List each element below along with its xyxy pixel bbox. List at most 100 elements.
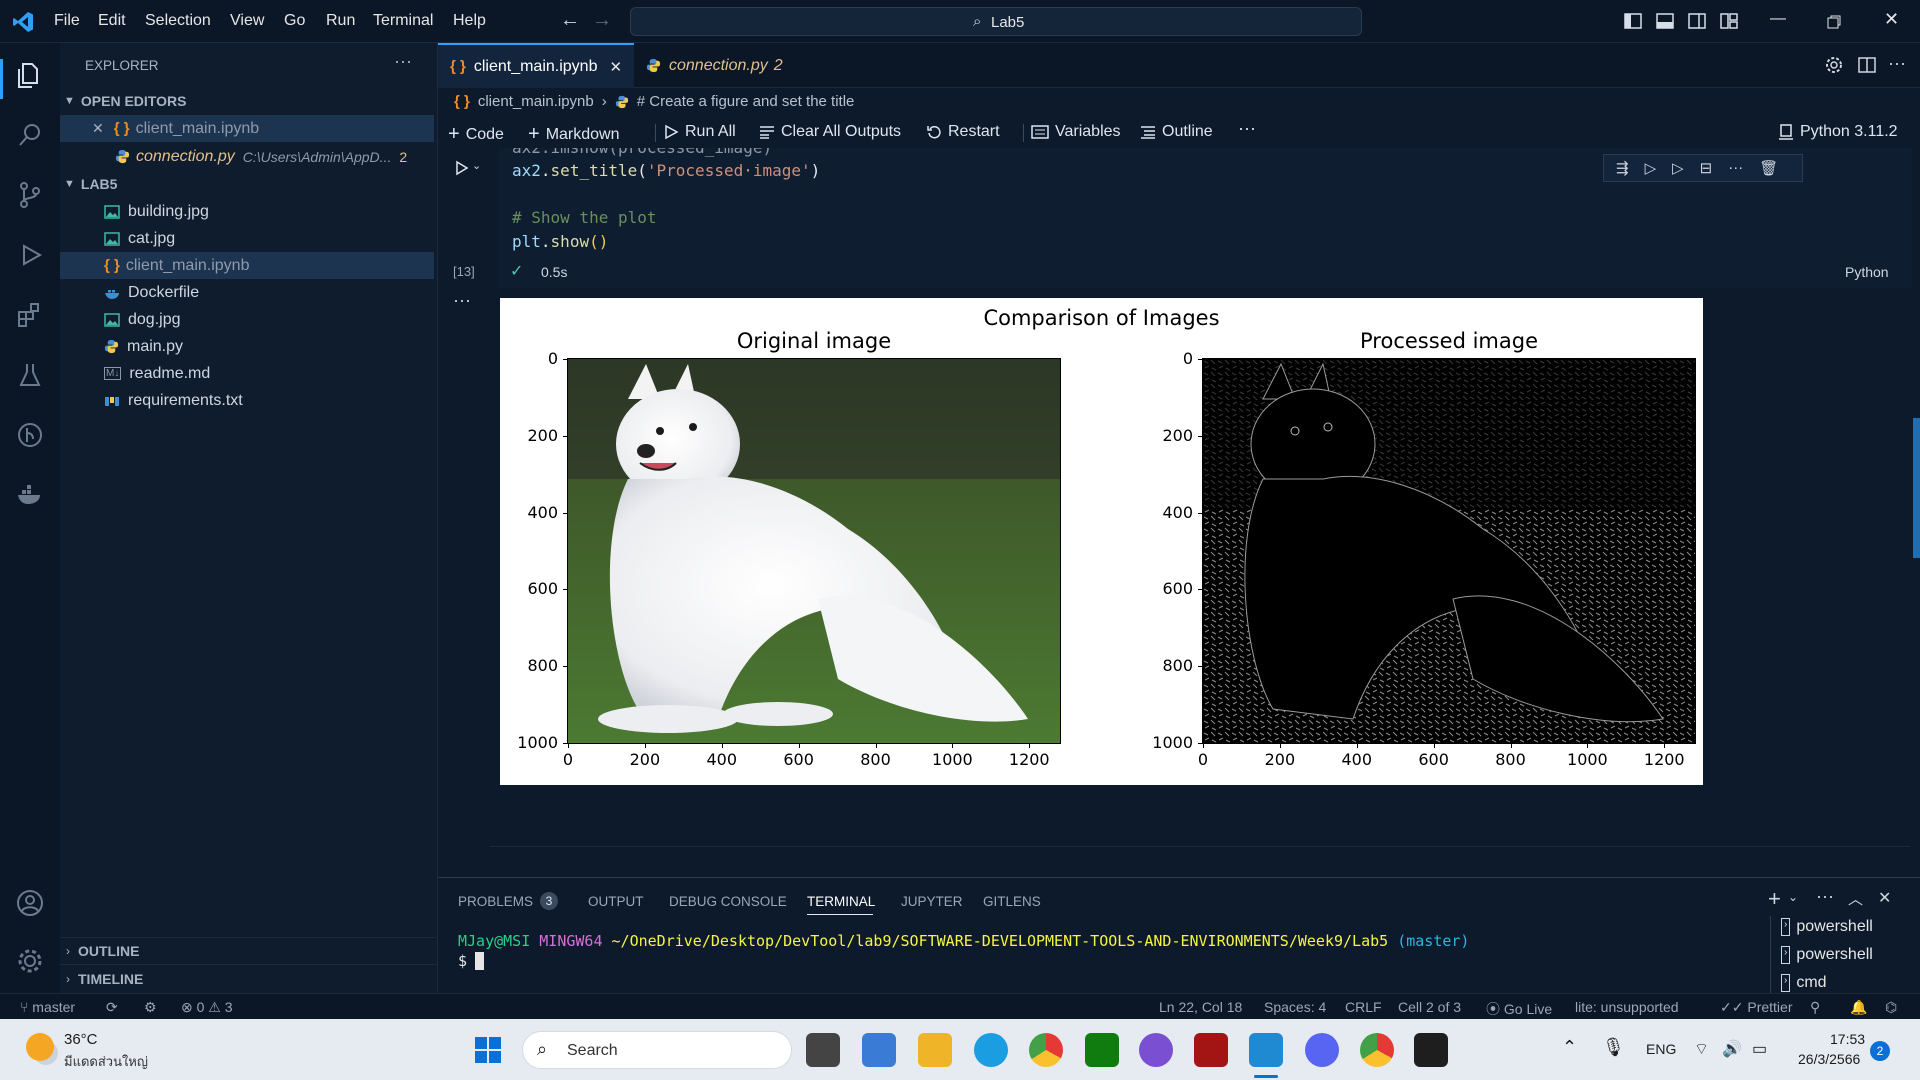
more-actions-icon[interactable]: ··· [394,51,412,72]
run-all-button[interactable]: Run All [663,123,736,141]
more-actions-icon[interactable]: ··· [1238,118,1256,139]
accounts-icon[interactable]: ⚲ [1810,999,1820,1016]
line-ending[interactable]: CRLF [1345,999,1382,1015]
windows-start-icon[interactable] [474,1036,502,1064]
edge-icon[interactable] [974,1033,1008,1067]
forward-arrow-icon[interactable]: → [592,9,612,32]
menu-terminal[interactable]: Terminal [373,12,433,30]
app-icon[interactable] [1139,1033,1173,1067]
menu-view[interactable]: View [230,12,264,30]
tab-jupyter[interactable]: JUPYTER [901,894,963,909]
branch-item[interactable]: ⑂ master [20,999,75,1015]
split-editor-icon[interactable] [1858,56,1876,74]
weather-temp[interactable]: 36°C [64,1031,98,1048]
settings-gear-icon[interactable] [1825,56,1843,74]
toggle-panel-icon[interactable] [1656,12,1674,30]
file-item[interactable]: requirements.txt [60,387,434,414]
account-icon[interactable] [14,887,46,919]
restart-button[interactable]: Restart [926,123,1000,141]
task-view-icon[interactable] [806,1033,840,1067]
close-tab-icon[interactable]: ✕ [609,58,622,76]
back-arrow-icon[interactable]: ← [560,9,580,32]
code-cell[interactable]: ax2.imshow(processed_image) ax2.set_titl… [498,148,1912,288]
close-panel-icon[interactable]: ✕ [1878,888,1891,908]
new-terminal-icon[interactable]: + [1768,886,1781,912]
run-below-icon[interactable]: ▷ [1672,159,1684,177]
explorer-icon[interactable] [14,59,46,91]
weather-desc[interactable]: มีแดดส่วนใหญ่ [64,1051,148,1072]
language-indicator[interactable]: ENG [1646,1041,1676,1057]
problems-status[interactable]: ⊗ 0 ⚠ 3 [181,999,233,1016]
run-debug-icon[interactable] [14,239,46,271]
search-icon[interactable] [14,119,46,151]
menu-edit[interactable]: Edit [98,12,126,30]
toggle-secondary-sidebar-icon[interactable] [1688,12,1706,30]
manage-gear-icon[interactable] [14,945,46,977]
more-actions-icon[interactable]: ··· [1816,886,1834,907]
cursor-position[interactable]: Ln 22, Col 18 [1159,999,1242,1015]
gitlens-icon[interactable] [14,419,46,451]
breadcrumb-section[interactable]: # Create a figure and set the title [637,93,855,110]
tab-terminal[interactable]: TERMINAL [807,894,875,909]
maximize-panel-icon[interactable]: ︿ [1848,888,1863,909]
chevron-down-icon[interactable]: ⌄ [1788,890,1798,904]
docker-icon[interactable] [14,479,46,511]
tab-connection[interactable]: connection.py 2 [634,43,816,88]
outline-section[interactable]: › OUTLINE [66,943,139,959]
tab-output[interactable]: OUTPUT [588,894,644,909]
menu-file[interactable]: File [54,12,80,30]
run-cell-icon[interactable] [454,160,470,176]
tab-debug-console[interactable]: DEBUG CONSOLE [669,894,787,909]
more-actions-icon[interactable]: ··· [1728,159,1743,177]
battery-icon[interactable]: ▭ [1752,1039,1767,1059]
menu-selection[interactable]: Selection [145,12,211,30]
tab-gitlens[interactable]: GITLENS [983,894,1041,909]
wifi-icon[interactable]: ⌔ [1694,1039,1709,1059]
file-item[interactable]: dog.jpg [60,306,434,333]
outline-button[interactable]: Outline [1140,123,1213,141]
file-item[interactable]: M↓ readme.md [60,360,434,387]
cell-position[interactable]: Cell 2 of 3 [1398,999,1461,1015]
clock-date[interactable]: 26/3/2566 [1798,1051,1860,1067]
terminal-item[interactable]: › cmd [1781,974,1827,992]
file-item[interactable]: cat.jpg [60,225,434,252]
file-item[interactable]: building.jpg [60,198,434,225]
split-cell-icon[interactable]: ⊟ [1700,159,1713,177]
execute-above-icon[interactable]: ⇶ [1616,159,1629,177]
clear-outputs-button[interactable]: Clear All Outputs [759,123,901,141]
open-editors-header[interactable]: ▼ OPEN EDITORS [64,93,186,109]
lite-status[interactable]: lite: unsupported [1575,999,1679,1015]
more-actions-icon[interactable]: ··· [1888,53,1906,74]
microphone-icon[interactable]: 🎙 [1602,1037,1625,1058]
file-explorer-icon[interactable] [918,1033,952,1067]
copilot-icon[interactable]: ⌬ [1885,999,1897,1016]
output-more-icon[interactable]: ··· [453,290,471,311]
indentation[interactable]: Spaces: 4 [1264,999,1326,1015]
add-code-button[interactable]: + Code [448,123,504,146]
open-editor-item[interactable]: connection.py C:\Users\Admin\AppD... 2 [60,143,434,170]
add-markdown-button[interactable]: + Markdown [528,123,620,146]
toggle-sidebar-icon[interactable] [1624,12,1642,30]
chevron-up-icon[interactable]: ⌃ [1562,1037,1577,1058]
command-center-search[interactable]: ⌕ Lab5 [630,7,1362,36]
tab-client-main[interactable]: { } client_main.ipynb ✕ [438,43,634,88]
breadcrumb-file[interactable]: client_main.ipynb [478,93,594,110]
xbox-icon[interactable] [1085,1033,1119,1067]
chrome-profile-icon[interactable] [1360,1033,1394,1067]
folder-header[interactable]: ▼ LAB5 [64,176,117,192]
customize-layout-icon[interactable] [1720,12,1738,30]
file-item[interactable]: Dockerfile [60,279,434,306]
open-editor-item[interactable]: ✕ { } client_main.ipynb [60,115,434,142]
timeline-section[interactable]: › TIMELINE [66,971,143,987]
restore-icon[interactable] [1827,15,1841,29]
volume-icon[interactable]: 🔊 [1722,1039,1742,1059]
chrome-icon[interactable] [1029,1033,1063,1067]
notepad-icon[interactable] [862,1033,896,1067]
terminal-app-icon[interactable] [1414,1033,1448,1067]
terminal-item[interactable]: › powershell [1781,918,1873,936]
menu-go[interactable]: Go [284,12,305,30]
scrollbar-thumb[interactable] [1913,418,1920,558]
terminal-item[interactable]: › powershell [1781,946,1873,964]
close-window-icon[interactable]: ✕ [1884,9,1899,30]
terminal-input-line[interactable]: $ [458,952,485,970]
